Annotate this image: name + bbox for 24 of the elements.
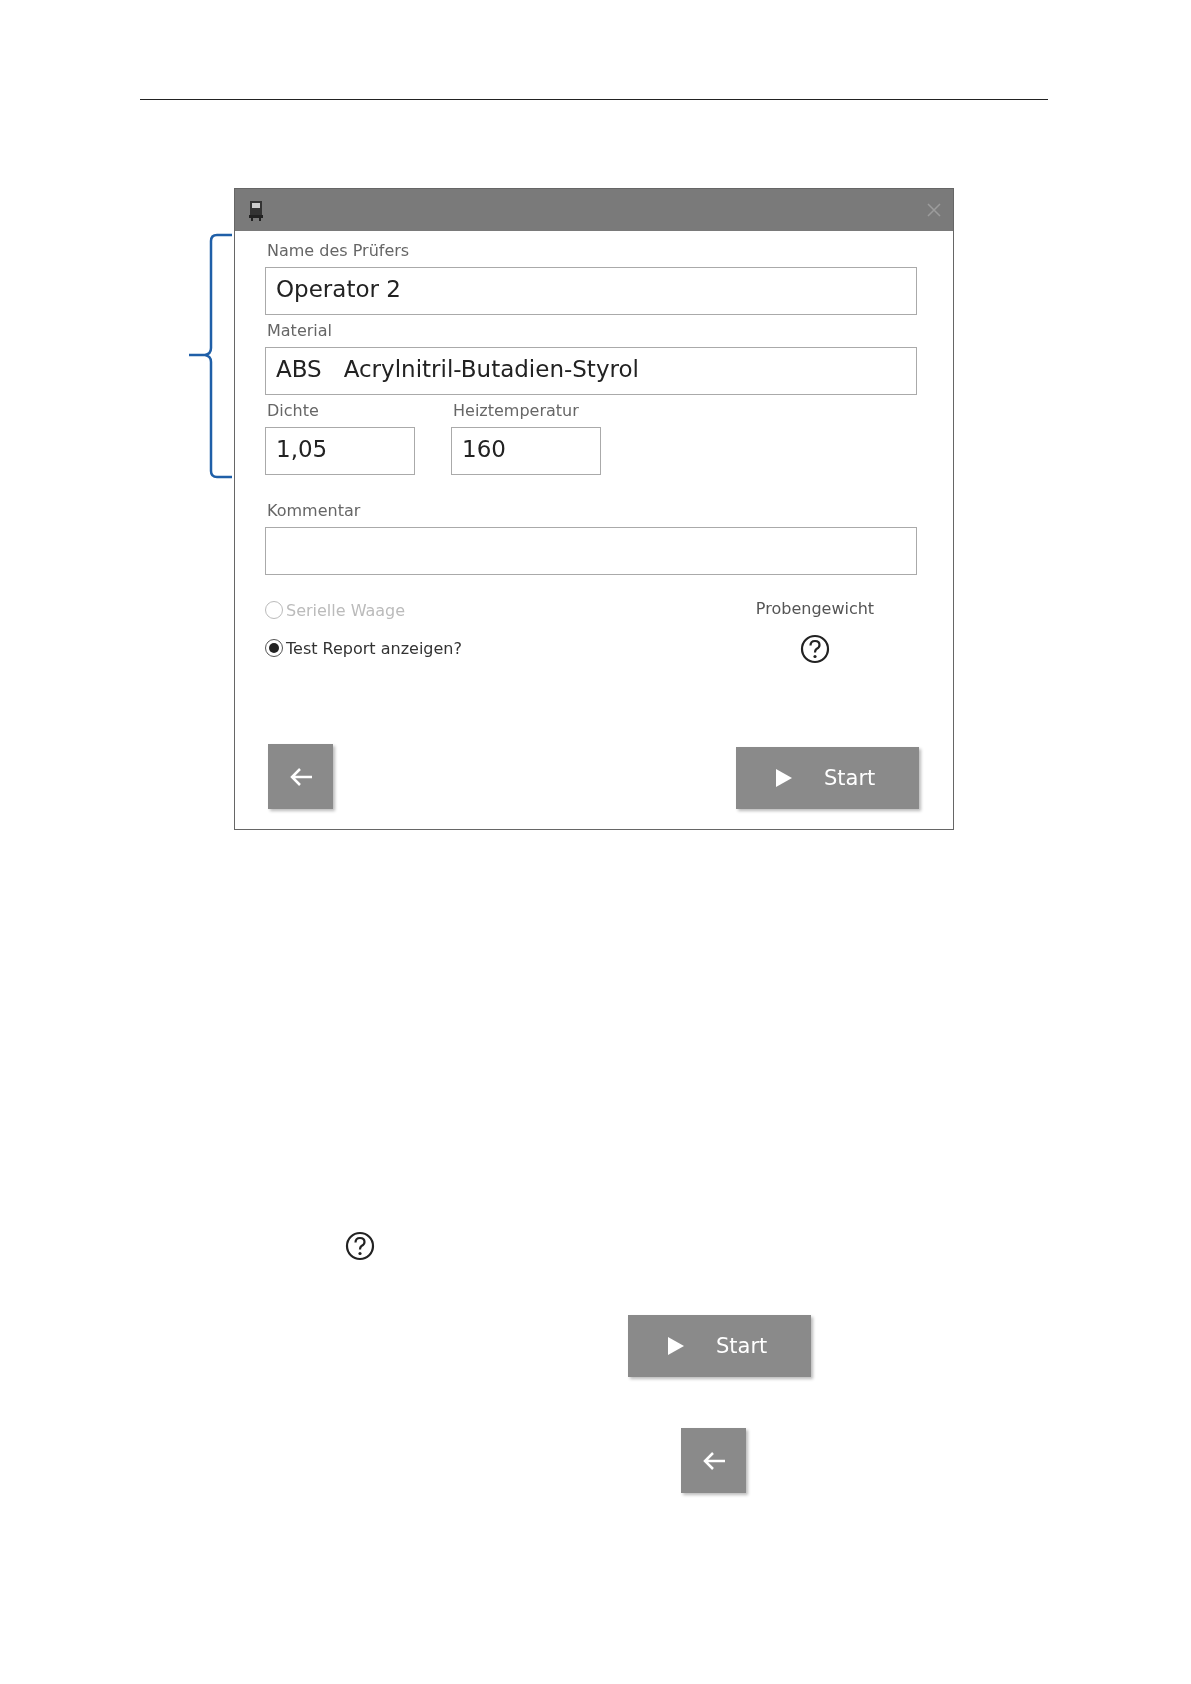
arrow-left-icon [701, 1450, 726, 1471]
field-label: Name des Prüfers [267, 240, 411, 262]
help-icon[interactable] [800, 634, 830, 664]
input-field[interactable]: ABS Acrylnitril-Butadien-Styrol [265, 347, 917, 395]
play-icon [776, 769, 792, 787]
back-button[interactable] [681, 1428, 746, 1493]
field-label: Material [267, 320, 333, 342]
input-field[interactable] [265, 527, 917, 575]
input-field[interactable]: 1,05 [265, 427, 415, 475]
radio-option[interactable]: Test Report anzeigen? [265, 637, 462, 659]
play-icon [668, 1337, 684, 1355]
field-label: Heiztemperatur [453, 400, 580, 422]
field-label: Dichte [267, 400, 320, 422]
radio-option: Serielle Waage [265, 599, 462, 621]
sample-weight-label: Probengewicht [755, 599, 875, 618]
close-icon[interactable] [927, 203, 941, 217]
arrow-left-icon [288, 766, 313, 787]
back-button[interactable] [268, 744, 333, 809]
app-icon [247, 199, 265, 221]
brace-icon [187, 233, 233, 479]
help-icon [345, 1231, 375, 1261]
input-field[interactable]: 160 [451, 427, 601, 475]
field-label: Kommentar [267, 500, 362, 522]
input-field[interactable]: Operator 2 [265, 267, 917, 315]
